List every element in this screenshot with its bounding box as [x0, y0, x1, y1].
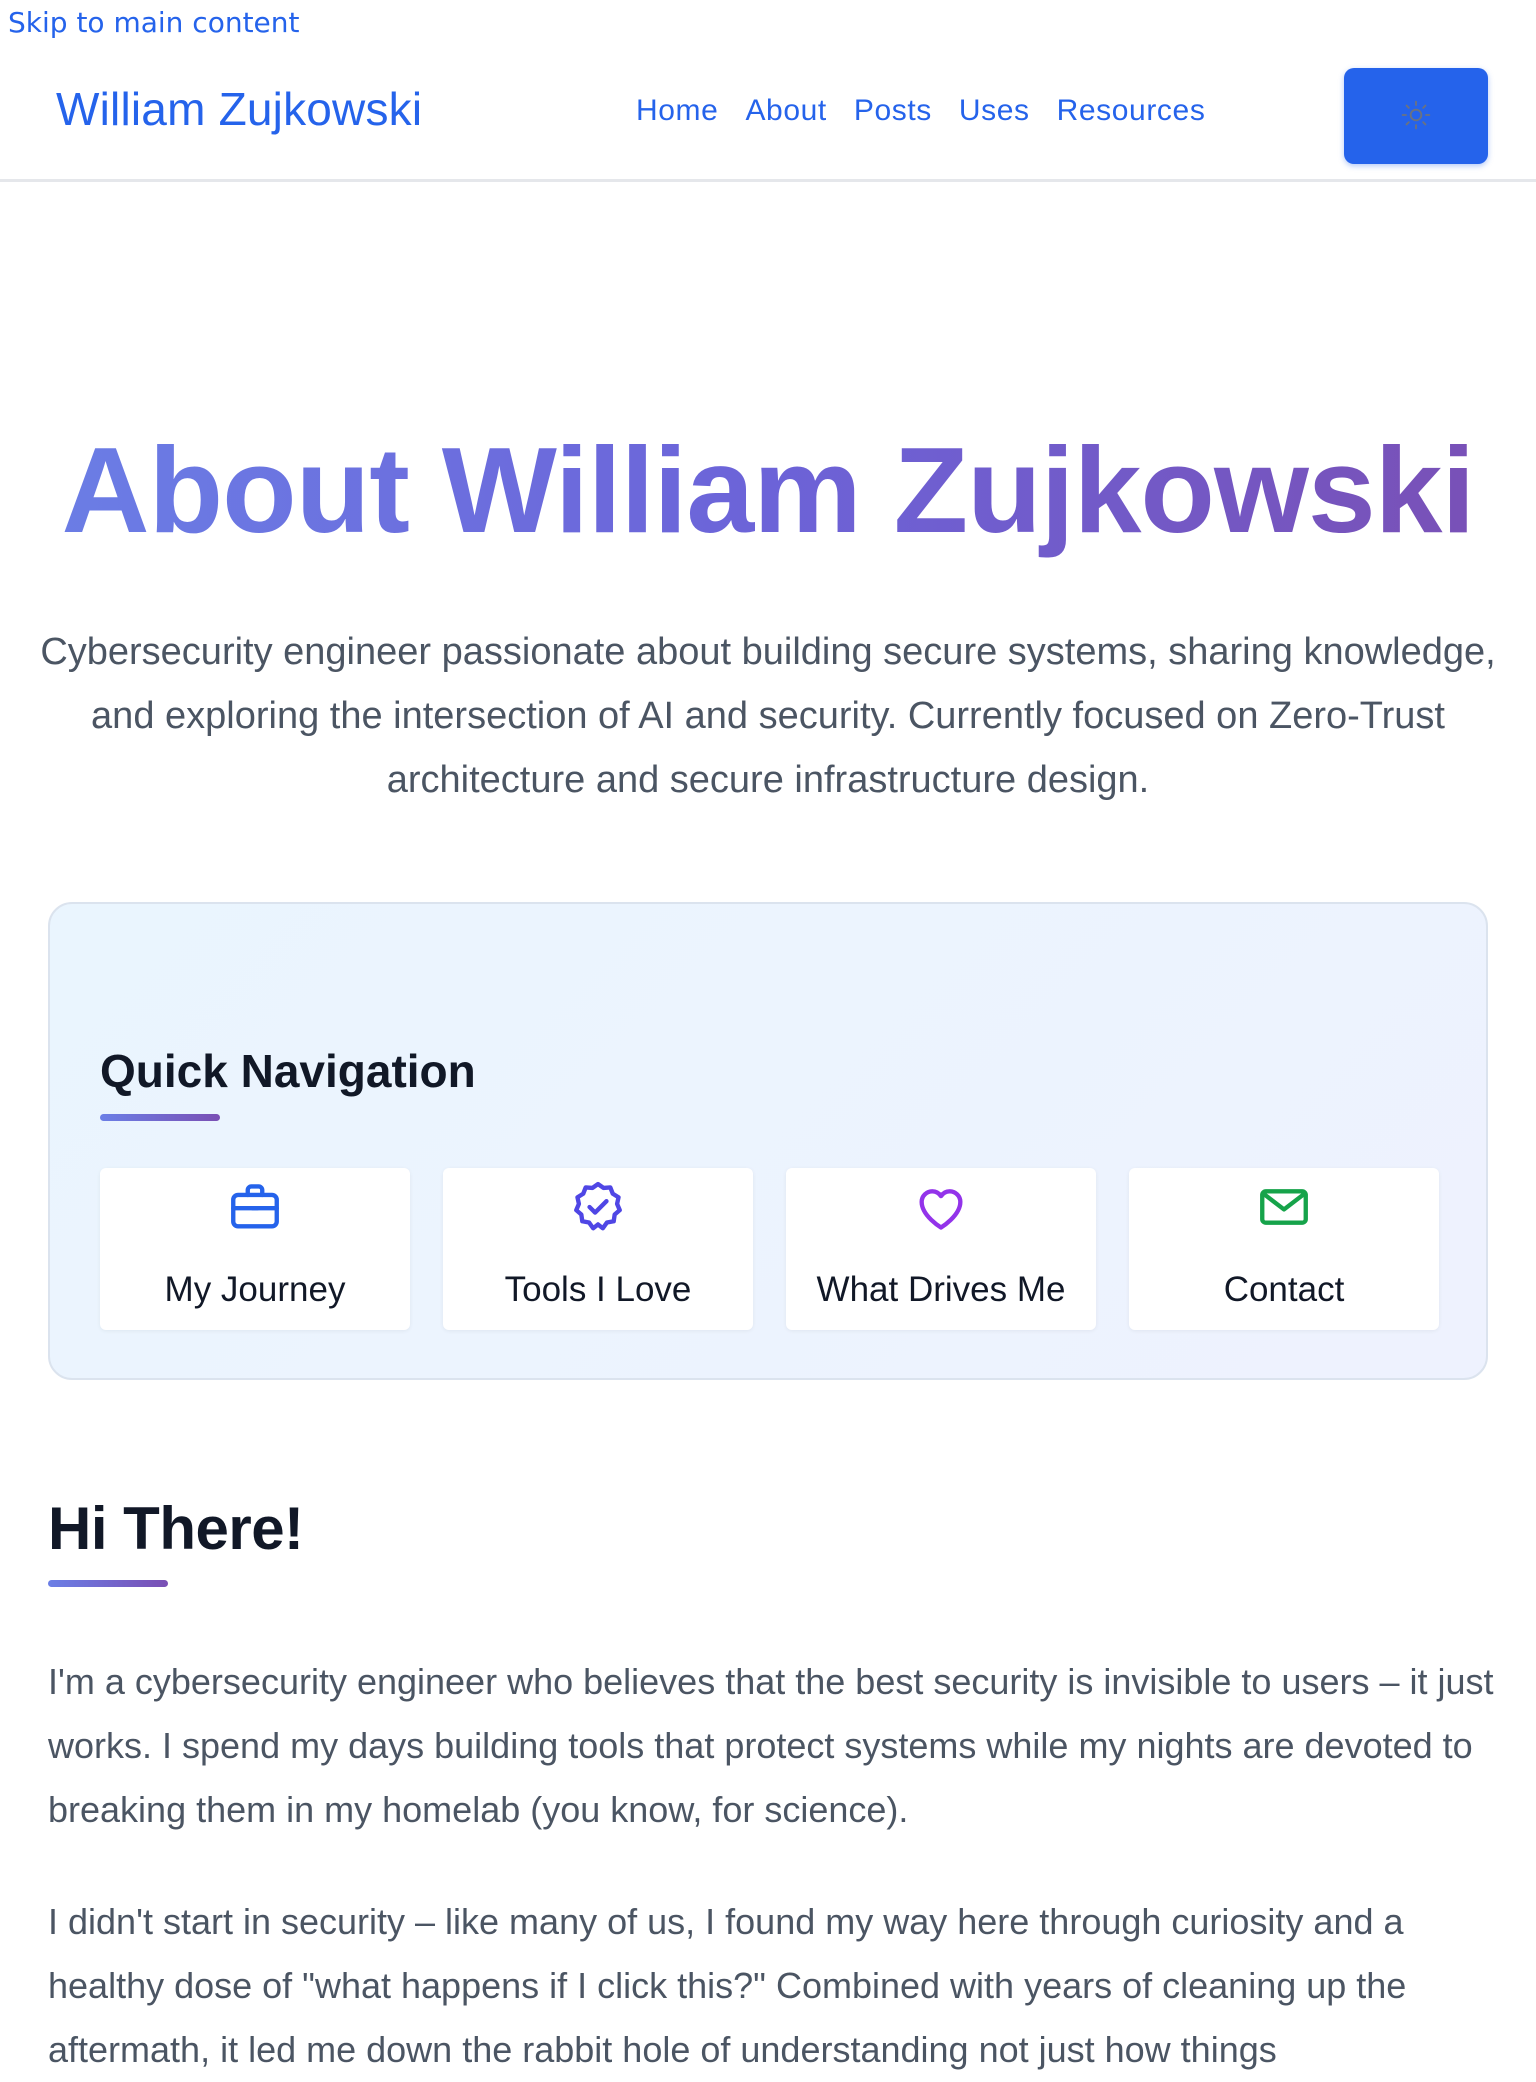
nav-uses[interactable]: Uses: [959, 94, 1030, 128]
heart-icon: [786, 1178, 1096, 1238]
nav-about[interactable]: About: [745, 94, 826, 128]
nav-home[interactable]: Home: [636, 94, 718, 128]
quick-navigation-panel: Quick Navigation My Journey Tools I Love: [48, 902, 1488, 1380]
brand-link[interactable]: William Zujkowski: [56, 82, 422, 136]
quick-nav-label: Contact: [1223, 1270, 1345, 1309]
title-underline: [100, 1114, 220, 1121]
page-subtitle: Cybersecurity engineer passionate about …: [40, 631, 1496, 801]
quick-nav-contact[interactable]: Contact: [1129, 1168, 1439, 1330]
quick-nav-label: Tools I Love: [504, 1270, 692, 1309]
quick-nav-tools-i-love[interactable]: Tools I Love: [443, 1168, 753, 1330]
quick-nav-label: What Drives Me: [816, 1270, 1066, 1309]
sun-icon: [1400, 99, 1432, 134]
quick-nav-what-drives-me[interactable]: What Drives Me: [786, 1168, 1096, 1330]
quick-nav-my-journey[interactable]: My Journey: [100, 1168, 410, 1330]
nav-posts[interactable]: Posts: [854, 94, 932, 128]
section-title: Hi There!: [48, 1495, 304, 1562]
theme-toggle-button[interactable]: [1344, 68, 1488, 164]
envelope-icon: [1129, 1178, 1439, 1238]
intro-paragraph: I'm a cybersecurity engineer who believe…: [48, 1661, 1494, 1830]
skip-to-content-link[interactable]: Skip to main content: [8, 6, 300, 39]
briefcase-icon: [100, 1178, 410, 1238]
background-paragraph: I didn't start in security – like many o…: [48, 1901, 1407, 2070]
nav-resources[interactable]: Resources: [1057, 94, 1206, 128]
main-nav: Home About Posts Uses Resources: [636, 94, 1232, 128]
quick-nav-label: My Journey: [164, 1270, 346, 1309]
quick-navigation-title: Quick Navigation: [100, 1045, 476, 1097]
section-title-underline: [48, 1580, 168, 1587]
page-title: About William Zujkowski: [0, 420, 1536, 560]
site-header: William Zujkowski Home About Posts Uses …: [0, 64, 1536, 182]
badge-check-icon: [443, 1178, 753, 1238]
